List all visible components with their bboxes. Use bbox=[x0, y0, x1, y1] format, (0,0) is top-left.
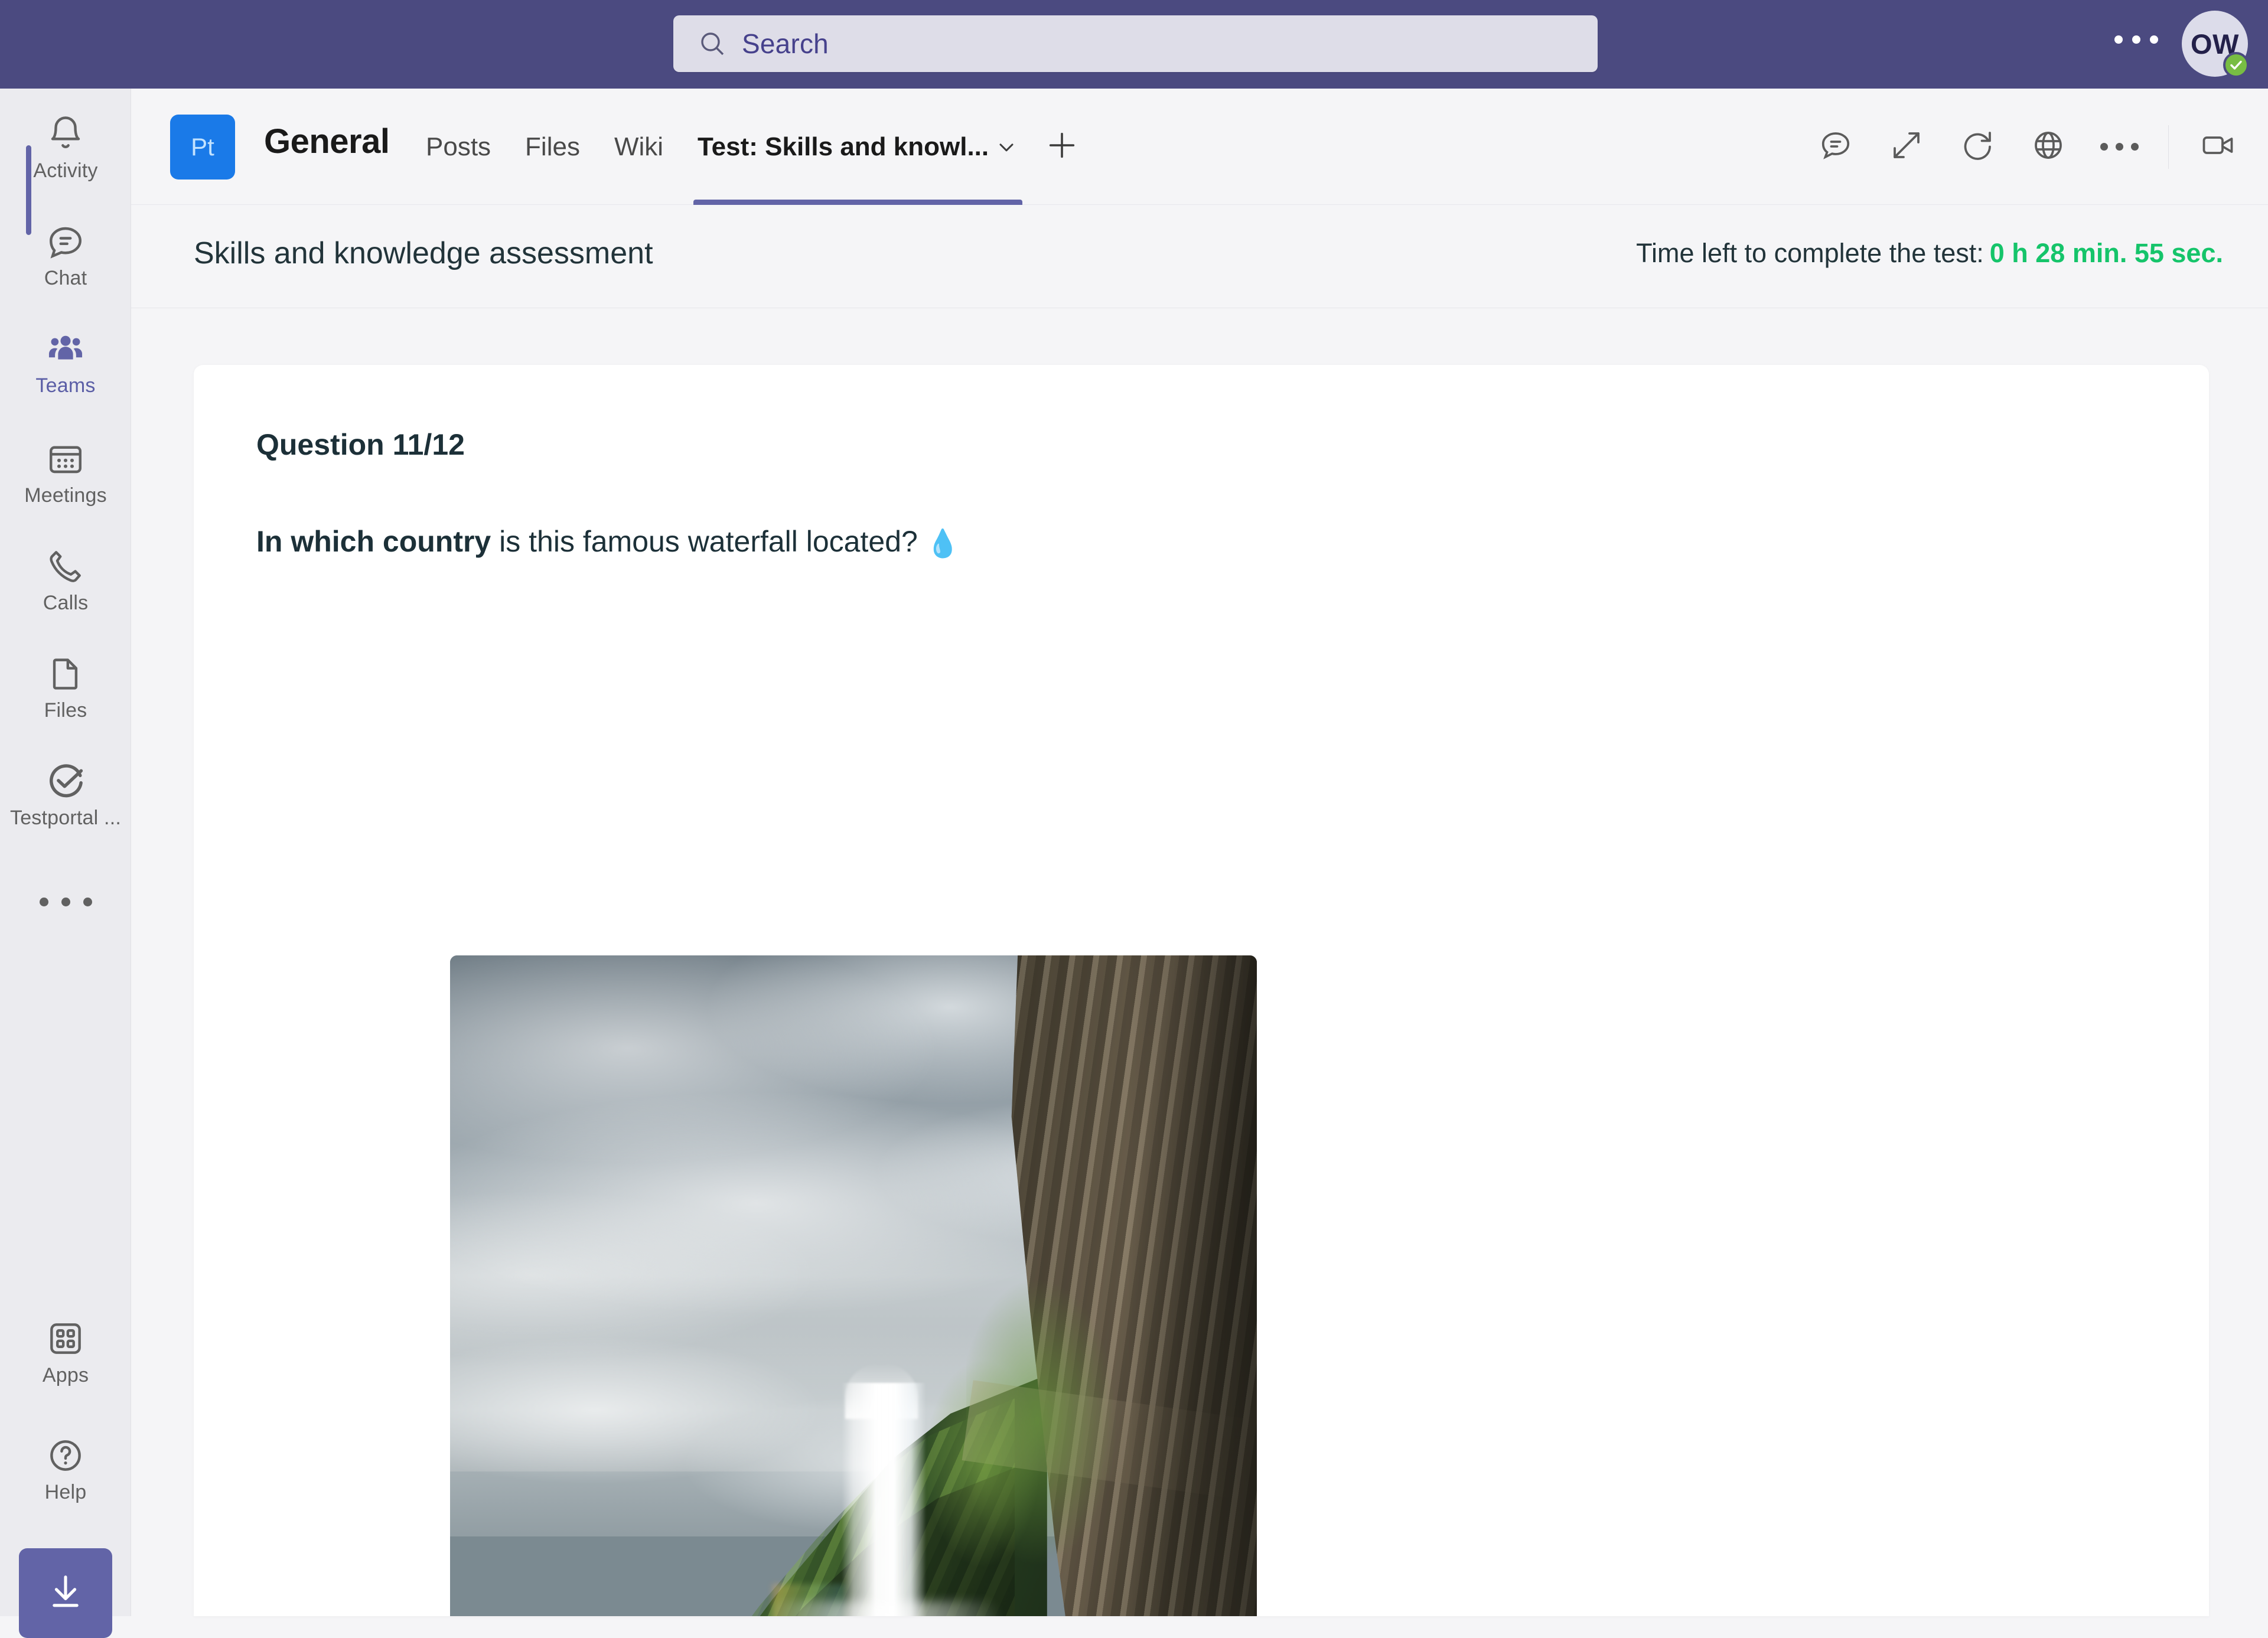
page-title: General bbox=[264, 122, 390, 161]
photo-rock-moss-lower bbox=[918, 1342, 1047, 1585]
sidebar-item-meetings[interactable]: Meetings bbox=[0, 437, 131, 507]
sidebar-label: Testportal ... bbox=[10, 807, 121, 829]
refresh-button[interactable] bbox=[1952, 122, 2003, 172]
app-settings-more-button[interactable] bbox=[2114, 35, 2158, 44]
timer-label: Time left to complete the test: bbox=[1636, 238, 1984, 268]
sidebar-label: Chat bbox=[44, 267, 87, 289]
app-top-bar: Search OW bbox=[0, 0, 2268, 89]
open-in-browser-button[interactable] bbox=[2023, 122, 2074, 172]
tab-posts[interactable]: Posts bbox=[409, 89, 508, 205]
testportal-check-icon bbox=[46, 759, 85, 803]
question-counter: Question 11/12 bbox=[256, 428, 465, 461]
question-card: Question 11/12 In which country is this … bbox=[194, 365, 2209, 1616]
conversation-button[interactable] bbox=[1810, 122, 1861, 172]
dot bbox=[61, 898, 70, 906]
dot bbox=[83, 898, 92, 906]
channel-header: Pt General Posts Files Wiki Test: Skills… bbox=[131, 89, 2268, 205]
meet-now-button[interactable] bbox=[2192, 122, 2243, 172]
tab-label: Wiki bbox=[614, 132, 664, 161]
sidebar-label: Activity bbox=[33, 159, 98, 182]
bell-icon bbox=[46, 112, 85, 156]
sidebar-item-calls[interactable]: Calls bbox=[0, 544, 131, 615]
dot bbox=[2130, 143, 2139, 151]
photo-waterfall bbox=[841, 1382, 926, 1616]
download-app-button[interactable] bbox=[19, 1548, 112, 1638]
photo-mist bbox=[757, 1600, 1031, 1616]
plus-icon bbox=[1045, 128, 1079, 165]
calendar-icon bbox=[46, 437, 85, 481]
water-drop-icon: 💧 bbox=[926, 528, 960, 559]
question-image bbox=[450, 955, 1257, 1616]
timer-value: 0 h 28 min. 55 sec. bbox=[1989, 238, 2223, 268]
presence-available-icon bbox=[2223, 52, 2249, 78]
search-input[interactable]: Search bbox=[742, 28, 829, 60]
sidebar-label: Files bbox=[44, 699, 87, 722]
tab-label: Test: Skills and knowl... bbox=[698, 132, 989, 161]
app-rail: Activity Chat Teams Meetings Calls Files… bbox=[0, 89, 131, 1638]
help-question-icon bbox=[46, 1434, 85, 1477]
divider bbox=[2168, 125, 2169, 169]
tab-label: Posts bbox=[426, 132, 491, 161]
dot bbox=[2150, 35, 2158, 44]
team-avatar: Pt bbox=[170, 115, 235, 180]
sidebar-more-button[interactable] bbox=[0, 898, 131, 906]
sidebar-item-chat[interactable]: Chat bbox=[0, 220, 131, 290]
avatar[interactable]: OW bbox=[2182, 11, 2249, 78]
assessment-bar: Skills and knowledge assessment Time lef… bbox=[131, 205, 2268, 308]
search-bar[interactable]: Search bbox=[673, 15, 1598, 72]
sidebar-label: Meetings bbox=[24, 484, 107, 507]
chevron-down-icon[interactable] bbox=[995, 135, 1018, 159]
sidebar-item-apps[interactable]: Apps bbox=[0, 1317, 131, 1387]
channel-tabstrip: Posts Files Wiki Test: Skills and knowl.… bbox=[409, 89, 1089, 205]
sidebar-label: Apps bbox=[42, 1364, 89, 1386]
expand-button[interactable] bbox=[1881, 122, 1932, 172]
refresh-icon bbox=[1960, 128, 1995, 166]
dot bbox=[39, 898, 48, 906]
search-icon bbox=[698, 30, 726, 58]
sidebar-item-activity[interactable]: Activity bbox=[0, 112, 131, 182]
apps-grid-icon bbox=[46, 1317, 85, 1360]
globe-icon bbox=[2031, 128, 2066, 166]
question-prompt: In which country is this famous waterfal… bbox=[256, 524, 960, 560]
assessment-title: Skills and knowledge assessment bbox=[194, 236, 653, 270]
question-prompt-bold: In which country bbox=[256, 525, 491, 558]
assessment-timer: Time left to complete the test: 0 h 28 mi… bbox=[1636, 238, 2223, 269]
more-options-button[interactable] bbox=[2094, 122, 2145, 172]
tab-test-skills-and-knowledge[interactable]: Test: Skills and knowl... bbox=[680, 89, 1035, 205]
sidebar-item-teams[interactable]: Teams bbox=[0, 327, 131, 397]
conversation-icon bbox=[1818, 128, 1853, 166]
team-avatar-initials: Pt bbox=[191, 133, 214, 161]
expand-icon bbox=[1889, 128, 1924, 166]
sidebar-item-help[interactable]: Help bbox=[0, 1434, 131, 1504]
sidebar-label: Calls bbox=[43, 592, 89, 614]
file-icon bbox=[46, 652, 85, 696]
add-tab-button[interactable] bbox=[1035, 89, 1089, 205]
video-camera-icon bbox=[2200, 128, 2236, 166]
tab-wiki[interactable]: Wiki bbox=[597, 89, 680, 205]
sidebar-item-files[interactable]: Files bbox=[0, 652, 131, 722]
question-prompt-rest: is this famous waterfall located? bbox=[491, 525, 918, 558]
channel-header-actions bbox=[1810, 89, 2243, 205]
dot bbox=[2132, 35, 2140, 44]
teams-people-icon bbox=[46, 327, 85, 371]
tab-files[interactable]: Files bbox=[508, 89, 597, 205]
dot bbox=[2100, 143, 2108, 151]
tab-label: Files bbox=[525, 132, 580, 161]
sidebar-item-testportal[interactable]: Testportal ... bbox=[0, 759, 131, 830]
photo-distant-mountains bbox=[466, 1613, 644, 1616]
dot bbox=[2115, 143, 2123, 151]
sidebar-label: Teams bbox=[35, 374, 96, 397]
chat-bubble-icon bbox=[46, 220, 85, 263]
dot bbox=[2114, 35, 2123, 44]
download-icon bbox=[44, 1571, 87, 1616]
photo-rock-shadow bbox=[1128, 955, 1257, 1616]
sidebar-label: Help bbox=[44, 1481, 87, 1503]
phone-icon bbox=[46, 544, 85, 588]
